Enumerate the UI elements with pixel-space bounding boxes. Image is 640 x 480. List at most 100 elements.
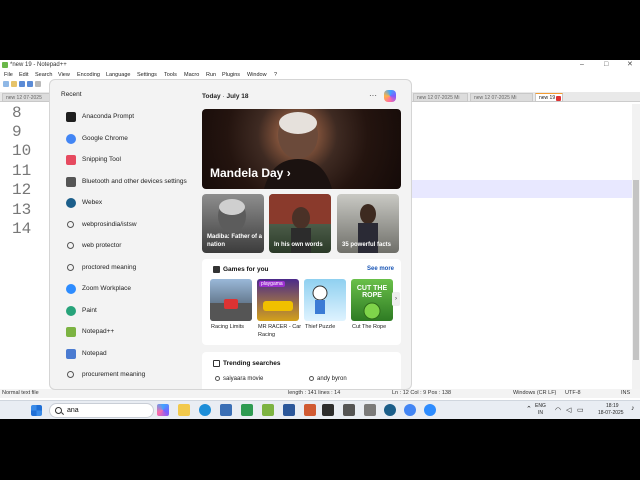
tab-label: new 12 07-2025 Mi: [417, 95, 460, 101]
chrome-icon: [66, 133, 76, 144]
news-tile[interactable]: Madiba: Father of a nation: [202, 194, 264, 253]
menu-help[interactable]: ?: [274, 71, 277, 79]
copilot-icon[interactable]: [157, 404, 169, 416]
see-more-link[interactable]: See more: [367, 266, 394, 272]
snipping-tool-icon[interactable]: [364, 404, 376, 416]
new-file-icon[interactable]: [3, 81, 9, 87]
volume-icon[interactable]: ◁: [566, 406, 571, 414]
scrollbar-thumb[interactable]: [633, 180, 639, 360]
menu-plugins[interactable]: Plugins: [222, 71, 240, 79]
recent-item[interactable]: web protector: [64, 237, 194, 254]
racing-image: [210, 299, 252, 321]
webex-icon[interactable]: [384, 404, 396, 416]
powerpoint-icon[interactable]: [304, 404, 316, 416]
notepadpp-logo-icon: [2, 62, 8, 68]
recent-item[interactable]: Bluetooth and other devices settings: [64, 173, 194, 190]
edge-icon[interactable]: [199, 404, 211, 416]
recent-item[interactable]: Webex: [64, 194, 194, 211]
trending-item[interactable]: andy byron: [309, 376, 347, 382]
search-query: ana: [67, 407, 79, 414]
game-thumbnail[interactable]: [210, 279, 252, 321]
tab-file[interactable]: new 12 07-2025 Mi: [470, 93, 533, 102]
excel-icon[interactable]: [241, 404, 253, 416]
game-thumbnail[interactable]: [304, 279, 346, 321]
store-icon[interactable]: [220, 404, 232, 416]
recent-item[interactable]: proctored meaning: [64, 259, 194, 276]
save-icon[interactable]: [19, 81, 25, 87]
recent-item[interactable]: Notepad++: [64, 323, 194, 340]
maximize-button[interactable]: □: [604, 60, 608, 70]
windows-start-icon[interactable]: [31, 405, 42, 416]
menu-tools[interactable]: Tools: [164, 71, 177, 79]
menu-macro[interactable]: Macro: [184, 71, 199, 79]
menu-run[interactable]: Run: [206, 71, 216, 79]
close-button[interactable]: ✕: [627, 60, 633, 70]
recent-item-label: Google Chrome: [82, 134, 128, 142]
word-icon[interactable]: [283, 404, 295, 416]
games-card: Games for you See more playgama CUT THE …: [202, 259, 401, 345]
recent-item[interactable]: webprosindia/istsw: [64, 216, 194, 233]
menu-file[interactable]: File: [4, 71, 13, 79]
clock-date[interactable]: 18-07-2025: [598, 410, 624, 416]
trending-item[interactable]: saiyaara movie: [215, 376, 263, 382]
terminal-icon[interactable]: [322, 404, 334, 416]
recent-item-label: procurement meaning: [82, 371, 146, 378]
tab-active[interactable]: new 19: [535, 93, 563, 102]
save-all-icon[interactable]: [27, 81, 33, 87]
close-file-icon[interactable]: [35, 81, 41, 87]
wifi-icon[interactable]: ◠: [555, 406, 561, 414]
notepadpp-title-bar: *new 19 - Notepad++ – □ ✕: [0, 60, 640, 70]
tab-file[interactable]: new 12 07-2025: [2, 93, 50, 102]
recent-item[interactable]: Zoom Workplace: [64, 280, 194, 297]
vertical-scrollbar[interactable]: [632, 104, 640, 394]
notepadpp-icon[interactable]: [262, 404, 274, 416]
recent-item[interactable]: Google Chrome: [64, 130, 194, 147]
region-label: IN: [538, 410, 543, 416]
notification-bell-icon[interactable]: ♪: [631, 405, 635, 412]
language-label[interactable]: ENG: [535, 403, 546, 409]
chevron-up-icon[interactable]: ⌃: [526, 405, 532, 413]
tile-caption: In his own words: [274, 242, 323, 248]
menu-view[interactable]: View: [58, 71, 70, 79]
close-tab-icon[interactable]: [556, 96, 561, 101]
recent-list: Recent Anaconda Prompt Google Chrome Snipp…: [50, 80, 195, 389]
recent-item[interactable]: procurement meaning: [64, 366, 194, 383]
recent-item[interactable]: Anaconda Prompt: [64, 108, 194, 125]
taskbar-search-input[interactable]: ana: [49, 403, 154, 418]
recent-item[interactable]: Snipping Tool: [64, 151, 194, 168]
menu-language[interactable]: Language: [106, 71, 130, 79]
recent-item-label: web protector: [82, 242, 122, 249]
game-thumbnail[interactable]: CUT THE ROPE: [351, 279, 393, 321]
thief-image: [312, 285, 328, 314]
file-explorer-icon[interactable]: [178, 404, 190, 416]
copilot-icon[interactable]: [384, 90, 396, 102]
battery-icon[interactable]: ▭: [577, 406, 584, 414]
settings-gear-icon[interactable]: [343, 404, 355, 416]
more-options-icon[interactable]: ···: [369, 91, 377, 100]
tab-file[interactable]: new 12 07-2025 Mi: [413, 93, 468, 102]
minimize-button[interactable]: –: [580, 60, 584, 70]
game-banner: playgama: [259, 281, 285, 287]
recent-item[interactable]: Notepad: [64, 345, 194, 362]
start-search-panel: Recent Anaconda Prompt Google Chrome Snipp…: [49, 79, 412, 390]
hero-title: Mandela Day ›: [210, 166, 291, 180]
menu-window[interactable]: Window: [247, 71, 267, 79]
today-label: Today: [202, 93, 221, 100]
chrome-icon[interactable]: [404, 404, 416, 416]
news-tile[interactable]: 35 powerful facts: [337, 194, 399, 253]
open-file-icon[interactable]: [11, 81, 17, 87]
game-name: Racing Limits: [211, 324, 245, 330]
recent-item-label: Paint: [82, 306, 97, 314]
recent-item-label: Bluetooth and other devices settings: [82, 177, 187, 185]
news-tile[interactable]: In his own words: [269, 194, 331, 253]
zoom-icon[interactable]: [424, 404, 436, 416]
menu-edit[interactable]: Edit: [19, 71, 28, 79]
clock-time[interactable]: 18:19: [606, 403, 619, 409]
recent-item[interactable]: Paint: [64, 302, 194, 319]
game-thumbnail[interactable]: playgama: [257, 279, 299, 321]
chevron-right-icon[interactable]: ›: [392, 292, 400, 306]
menu-settings[interactable]: Settings: [137, 71, 157, 79]
menu-encoding[interactable]: Encoding: [77, 71, 100, 79]
menu-search[interactable]: Search: [35, 71, 52, 79]
hero-card[interactable]: Mandela Day ›: [202, 109, 401, 189]
